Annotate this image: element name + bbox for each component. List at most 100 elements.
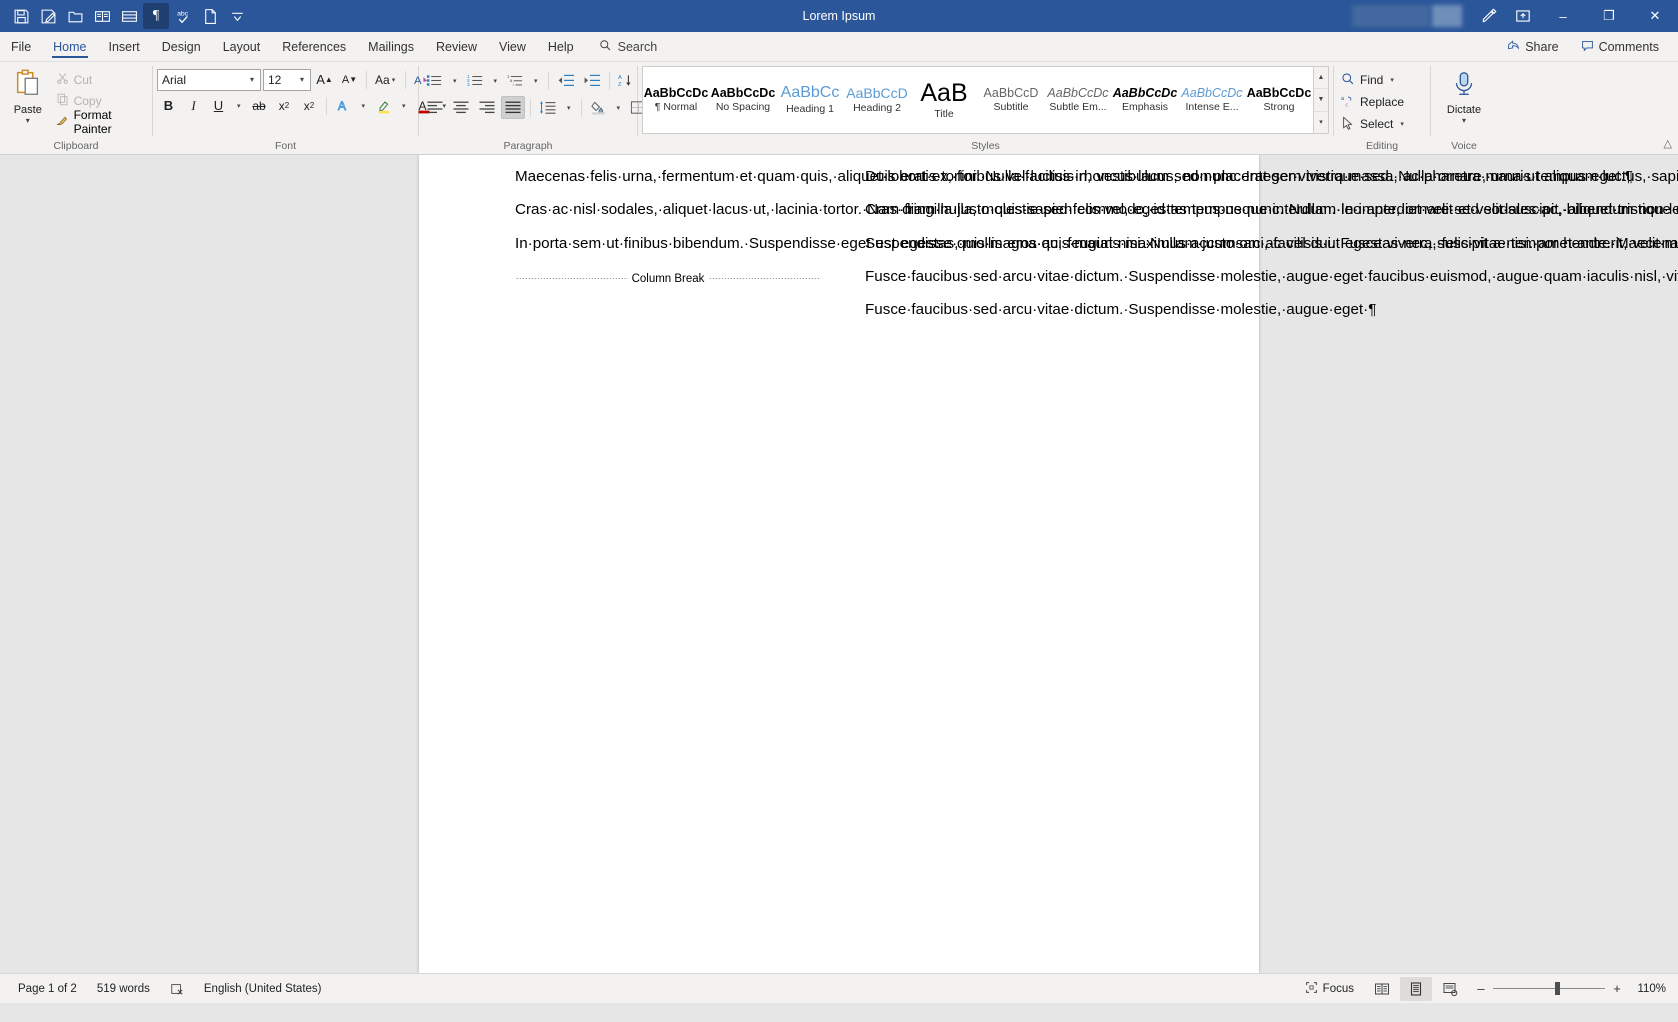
bullets-icon[interactable] [423, 69, 446, 92]
numbering-dropdown[interactable]: ▾ [489, 69, 503, 92]
increase-indent-icon[interactable] [580, 69, 604, 92]
print-layout-view-button[interactable] [1400, 976, 1432, 1001]
style-subtle-emphasis[interactable]: AaBbCcDc Subtle Em... [1045, 67, 1112, 133]
justify-icon[interactable] [501, 96, 525, 119]
decrease-indent-icon[interactable] [554, 69, 578, 92]
read-mode-view-button[interactable] [1366, 977, 1398, 1001]
align-left-icon[interactable] [423, 96, 447, 119]
shrink-font-button[interactable]: A ▼ [338, 68, 361, 91]
pilcrow-icon[interactable]: ¶ [143, 3, 169, 29]
restore-button[interactable]: ❐ [1586, 0, 1632, 32]
multilevel-list-icon[interactable]: 1ai [504, 69, 527, 92]
word-count[interactable]: 519 words [87, 977, 160, 1001]
sort-icon[interactable]: AZ [615, 69, 638, 92]
align-center-icon[interactable] [449, 96, 473, 119]
paragraph[interactable]: Suspendisse·quis·magna·quis·mauris·maxim… [865, 234, 1678, 253]
focus-button[interactable]: Focus [1295, 977, 1364, 1001]
highlight-dropdown[interactable]: ▾ [397, 94, 411, 117]
dictate-button[interactable]: Dictate ▾ [1435, 65, 1493, 125]
paragraph[interactable]: Duis·erat·ex,·finibus·vel·luctus·in,·ves… [865, 167, 1633, 186]
paragraph[interactable]: Cras·diam·nulla,·molestie·sed·felis·vel,… [865, 200, 1678, 219]
font-size-combo[interactable]: 12 ▾ [263, 68, 311, 91]
superscript-button[interactable]: x2 [298, 94, 321, 117]
tab-insert[interactable]: Insert [98, 32, 151, 61]
zoom-in-button[interactable]: + [1612, 981, 1622, 996]
chevron-down-icon[interactable]: ▾ [294, 75, 310, 84]
account-area[interactable] [1352, 5, 1462, 27]
zoom-out-button[interactable]: – [1476, 981, 1486, 996]
paragraph[interactable]: Cras·ac·nisl·sodales,·aliquet·lacus·ut,·… [515, 200, 1678, 219]
cut-button[interactable]: Cut [52, 69, 148, 90]
chevron-down-icon[interactable]: ▾ [1388, 76, 1396, 84]
paragraph[interactable]: Maecenas·felis·urna,·fermentum·et·quam·q… [515, 167, 1678, 186]
zoom-slider[interactable]: – + [1468, 977, 1630, 1001]
align-right-icon[interactable] [475, 96, 499, 119]
share-button[interactable]: Share [1498, 35, 1567, 59]
paragraph[interactable]: In·porta·sem·ut·finibus·bibendum.·Suspen… [515, 234, 1678, 253]
tab-layout[interactable]: Layout [212, 32, 272, 61]
subscript-button[interactable]: x2 [273, 94, 296, 117]
style-no-spacing[interactable]: AaBbCcDc No Spacing [710, 67, 777, 133]
language-indicator[interactable]: English (United States) [194, 977, 332, 1001]
format-painter-button[interactable]: Format Painter [52, 108, 148, 136]
text-effects-icon[interactable]: A [332, 94, 355, 117]
tab-design[interactable]: Design [151, 32, 212, 61]
style-emphasis[interactable]: AaBbCcDc Emphasis [1112, 67, 1179, 133]
paragraph[interactable]: Fusce·faucibus·sed·arcu·vitae·dictum.·Su… [865, 300, 1376, 319]
bold-button[interactable]: B [157, 94, 180, 117]
underline-dropdown[interactable]: ▾ [232, 94, 246, 117]
chevron-down-icon[interactable]: ▾ [244, 75, 260, 84]
column-one[interactable]: Maecenas·felis·urna,·fermentum·et·quam·q… [515, 167, 1678, 973]
shading-dropdown[interactable]: ▾ [612, 96, 626, 119]
page-1[interactable]: Maecenas·felis·urna,·fermentum·et·quam·q… [419, 155, 1678, 973]
paragraph[interactable]: Fusce·faucibus·sed·arcu·vitae·dictum.·Su… [865, 267, 1678, 286]
style-normal[interactable]: AaBbCcDc ¶ Normal [643, 67, 710, 133]
grow-font-button[interactable]: A ▲ [313, 68, 336, 91]
zoom-thumb[interactable] [1555, 982, 1560, 995]
web-layout-view-button[interactable] [1434, 977, 1466, 1001]
chevron-down-icon[interactable]: ▾ [1462, 117, 1466, 125]
line-spacing-icon[interactable] [536, 96, 560, 119]
tab-home[interactable]: Home [42, 32, 97, 61]
spelling-check-icon[interactable]: abc [170, 3, 196, 29]
editor-pen-icon[interactable] [1472, 0, 1506, 32]
comments-button[interactable]: Comments [1572, 35, 1668, 59]
style-heading-2[interactable]: AaBbCcD Heading 2 [844, 67, 911, 133]
open-folder-icon[interactable] [62, 3, 88, 29]
strikethrough-button[interactable]: ab [248, 94, 271, 117]
new-document-icon[interactable] [197, 3, 223, 29]
highlight-icon[interactable] [372, 94, 395, 117]
read-mode-icon[interactable] [89, 3, 115, 29]
zoom-level[interactable]: 110% [1632, 983, 1670, 995]
tab-mailings[interactable]: Mailings [357, 32, 425, 61]
tab-help[interactable]: Help [537, 32, 585, 61]
ribbon-display-options-icon[interactable] [1506, 0, 1540, 32]
tab-view[interactable]: View [488, 32, 537, 61]
document-canvas[interactable]: Maecenas·felis·urna,·fermentum·et·quam·q… [0, 155, 1678, 973]
select-button[interactable]: Select ▾ [1338, 113, 1409, 135]
text-effects-dropdown[interactable]: ▾ [357, 94, 371, 117]
style-strong[interactable]: AaBbCcDc Strong [1246, 67, 1313, 133]
tab-review[interactable]: Review [425, 32, 488, 61]
line-spacing-dropdown[interactable]: ▾ [562, 96, 576, 119]
zoom-track[interactable] [1493, 982, 1605, 995]
search-input[interactable]: Search [585, 32, 668, 61]
customize-qat-icon[interactable] [224, 3, 250, 29]
multilevel-dropdown[interactable]: ▾ [529, 69, 543, 92]
find-button[interactable]: Find ▾ [1338, 69, 1409, 91]
style-subtitle[interactable]: AaBbCcD Subtitle [978, 67, 1045, 133]
style-heading-1[interactable]: AaBbCс Heading 1 [777, 67, 844, 133]
underline-button[interactable]: U [207, 94, 230, 117]
font-name-combo[interactable]: Arial ▾ [157, 68, 261, 91]
collapse-ribbon-icon[interactable]: △ [1664, 137, 1672, 150]
tab-file[interactable]: File [0, 32, 42, 61]
styles-more-icon[interactable]: ▾ [1314, 112, 1328, 133]
style-title[interactable]: AaB Title [911, 67, 978, 133]
print-layout-icon[interactable] [116, 3, 142, 29]
chevron-down-icon[interactable]: ▾ [1398, 120, 1406, 128]
chevron-down-icon[interactable]: ▾ [26, 117, 30, 125]
close-button[interactable]: ✕ [1632, 0, 1678, 32]
save-icon[interactable] [8, 3, 34, 29]
italic-button[interactable]: I [182, 94, 205, 117]
style-intense-emphasis[interactable]: AaBbCcDc Intense E... [1179, 67, 1246, 133]
